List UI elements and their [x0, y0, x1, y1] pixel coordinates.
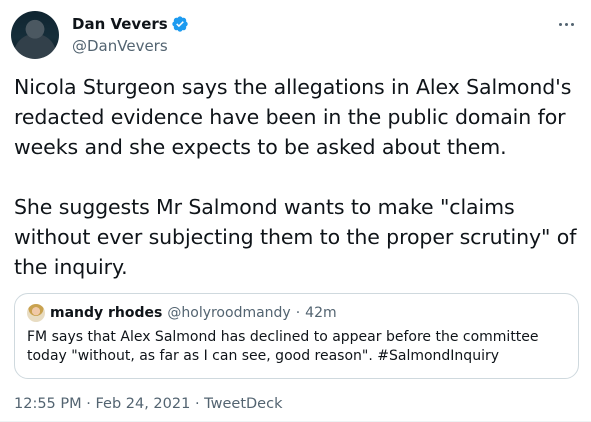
- quoted-separator: ·: [295, 305, 301, 321]
- author-avatar[interactable]: [11, 11, 59, 59]
- tweet-paragraph: Nicola Sturgeon says the allegations in …: [14, 75, 572, 159]
- tweet-source[interactable]: TweetDeck: [204, 396, 282, 412]
- quoted-tweet-text: FM says that Alex Salmond has declined t…: [27, 329, 539, 364]
- tweet-paragraph: She suggests Mr Salmond wants to make "c…: [14, 195, 577, 279]
- more-dot: [564, 22, 568, 26]
- tweet-text: Nicola Sturgeon says the allegations in …: [14, 72, 579, 282]
- author-display-name[interactable]: Dan Vevers: [72, 14, 168, 34]
- meta-separator: ·: [194, 396, 200, 412]
- quoted-timestamp: 42m: [305, 305, 337, 321]
- tweet-timestamp[interactable]: 12:55 PM: [14, 396, 82, 412]
- quoted-author-avatar: [27, 304, 45, 322]
- tweet-meta: 12:55 PM · Feb 24, 2021 · TweetDeck: [14, 395, 282, 413]
- author-handle[interactable]: @DanVevers: [72, 36, 189, 56]
- author-name-row: Dan Vevers: [72, 14, 189, 34]
- more-dot: [558, 22, 562, 26]
- tweet-date[interactable]: Feb 24, 2021: [95, 396, 190, 412]
- quoted-tweet[interactable]: mandy rhodes @holyroodmandy · 42m FM say…: [14, 293, 579, 379]
- tweet-card: Dan Vevers @DanVevers Nicola Sturgeon sa…: [0, 0, 591, 422]
- meta-separator: ·: [86, 396, 91, 412]
- quoted-author-handle: @holyroodmandy: [167, 305, 291, 321]
- more-options-icon[interactable]: [555, 14, 577, 34]
- verified-badge-icon: [171, 15, 189, 33]
- quoted-tweet-header: mandy rhodes @holyroodmandy · 42m: [27, 304, 566, 322]
- more-dot: [570, 22, 574, 26]
- quoted-author-name: mandy rhodes: [50, 305, 163, 321]
- author-info: Dan Vevers @DanVevers: [72, 14, 189, 56]
